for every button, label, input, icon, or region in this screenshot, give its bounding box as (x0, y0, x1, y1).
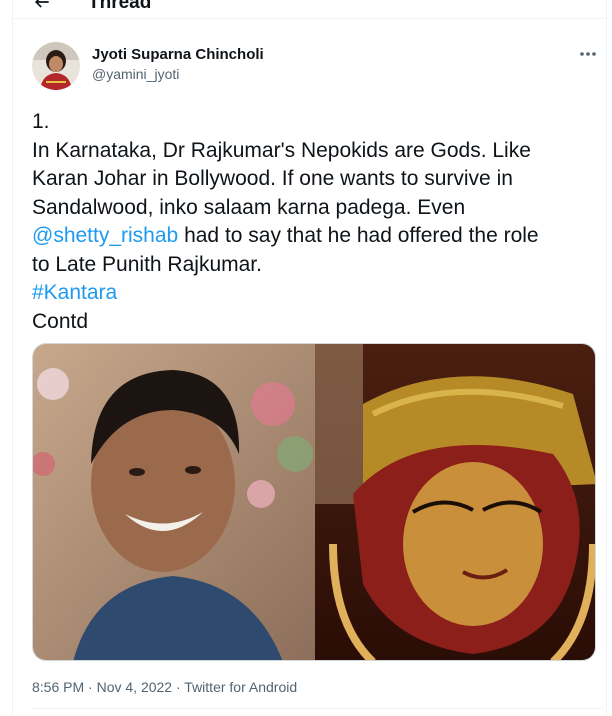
back-button[interactable] (28, 0, 56, 16)
thread-header: Thread (0, 0, 612, 18)
tweet-line: Contd (32, 309, 89, 333)
author-name[interactable]: Jyoti Suparna Chincholi (92, 46, 264, 63)
meta-separator: · (84, 679, 97, 695)
tweet-line: 1. (32, 110, 50, 133)
avatar[interactable] (32, 42, 80, 90)
hashtag-link[interactable]: #Kantara (32, 279, 602, 308)
header-divider (12, 18, 606, 19)
author-handle[interactable]: @yamini_jyoti (92, 66, 179, 82)
tweet-source[interactable]: Twitter for Android (184, 679, 297, 695)
right-border (606, 0, 607, 716)
mention-link[interactable]: @shetty_rishab (32, 224, 178, 247)
divider (32, 708, 602, 709)
tweet-date[interactable]: Nov 4, 2022 (97, 679, 173, 695)
left-border (12, 0, 13, 716)
tweet-line-text: had to say that he had offered the role (178, 224, 539, 247)
tweet-meta: 8:56 PM · Nov 4, 2022 · Twitter for Andr… (32, 679, 297, 695)
tweet-line: Karan Johar in Bollywood. If one wants t… (32, 167, 513, 190)
arrow-left-icon (34, 0, 49, 8)
tweet-line: Sandalwood, inko salaam karna padega. Ev… (32, 195, 466, 219)
tweet-time[interactable]: 8:56 PM (32, 679, 84, 695)
more-button[interactable] (574, 44, 602, 64)
tweet-line: to Late Punith Rajkumar. (32, 252, 262, 276)
more-horizontal-icon (580, 52, 596, 56)
tweet-media[interactable] (32, 343, 596, 661)
meta-separator: · (172, 679, 185, 695)
tweet-text: 1. In Karnataka, Dr Rajkumar's Nepokids … (32, 108, 602, 336)
page-title: Thread (88, 0, 152, 13)
kantara-character-still (315, 344, 595, 660)
tweet-line: In Karnataka, Dr Rajkumar's Nepokids are… (32, 138, 531, 162)
avatar-photo (32, 42, 80, 90)
smiling-man-photo (33, 344, 315, 660)
tweet-line: @shetty_rishab had to say that he had of… (32, 222, 602, 251)
